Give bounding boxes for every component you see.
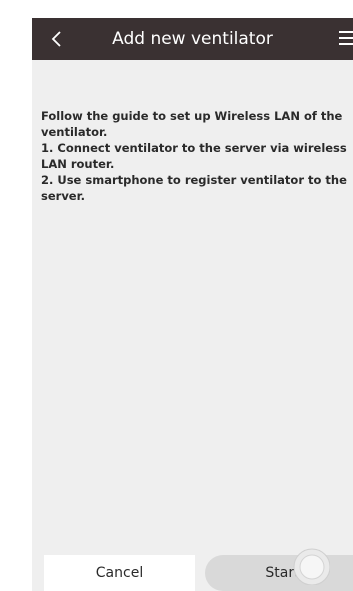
instructions-text: Follow the guide to set up Wireless LAN … — [41, 109, 347, 203]
chevron-left-icon — [51, 31, 61, 47]
instructions-text-block: Follow the guide to set up Wireless LAN … — [41, 108, 353, 204]
menu-button[interactable] — [339, 30, 353, 48]
start-button[interactable]: Start — [205, 555, 353, 591]
app-screen: Add new ventilator Follow the guide to s… — [32, 18, 353, 591]
touch-ripple-icon — [293, 548, 330, 585]
page-title: Add new ventilator — [112, 29, 273, 49]
hamburger-menu-icon — [339, 31, 353, 33]
header-bar: Add new ventilator — [32, 18, 353, 60]
cancel-button[interactable]: Cancel — [44, 555, 195, 591]
back-button[interactable] — [42, 24, 72, 54]
